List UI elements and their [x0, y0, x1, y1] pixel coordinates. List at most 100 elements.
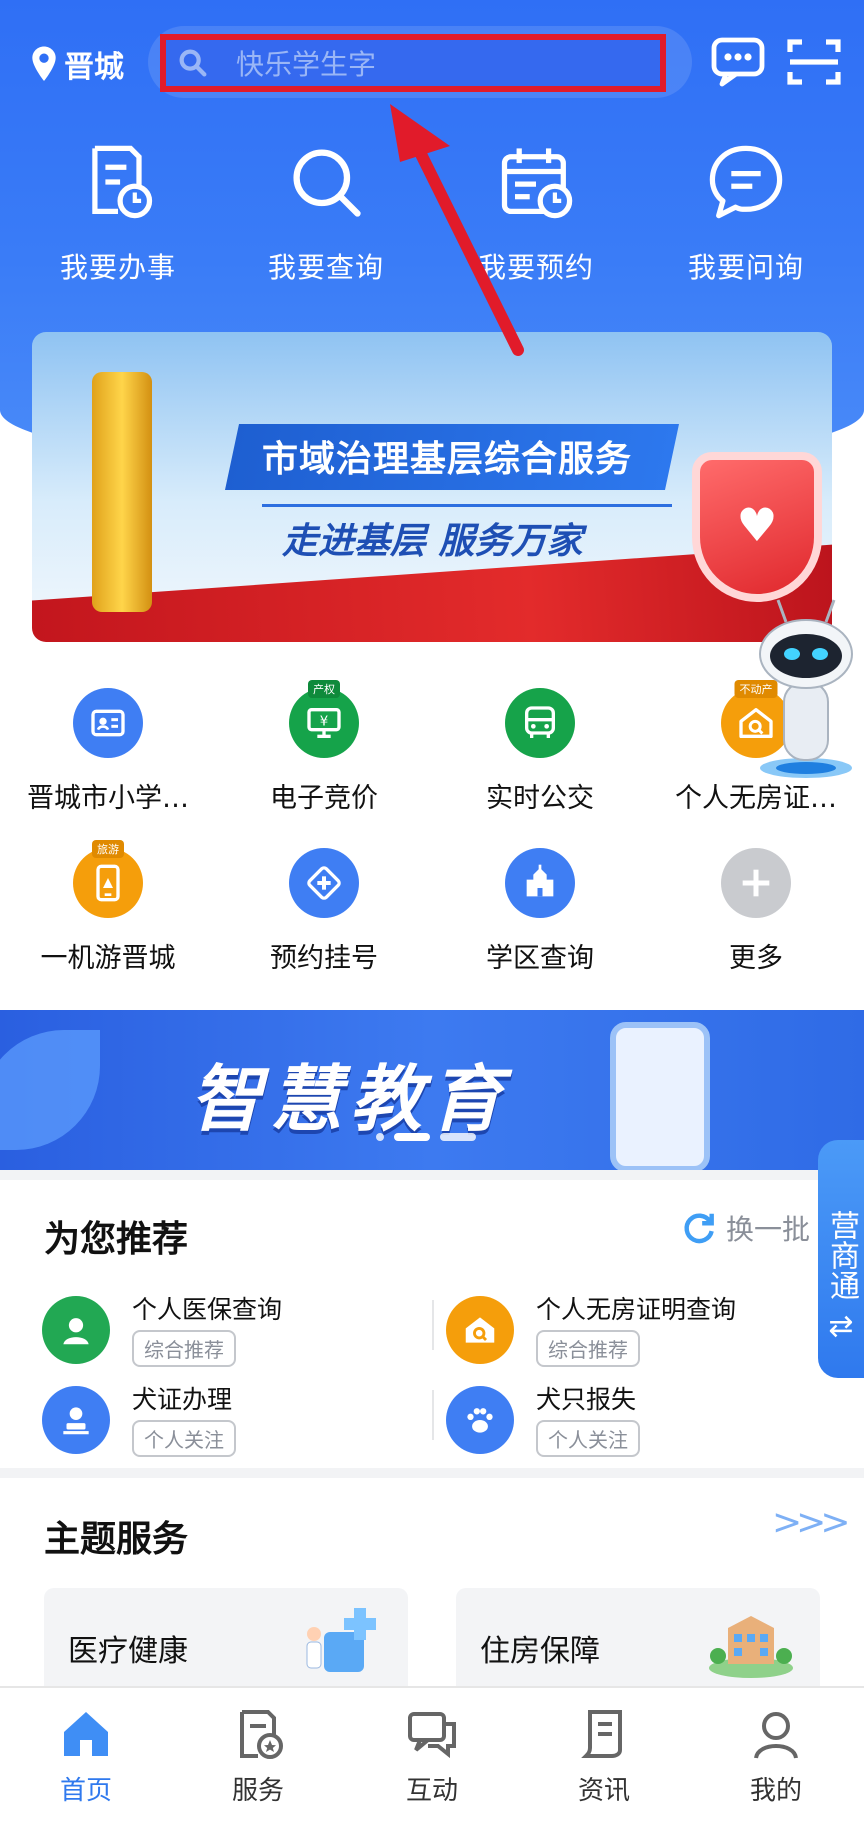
service-label: 更多	[729, 943, 783, 974]
bottom-navigation: 首页 服务 互动 资讯 我的	[0, 1686, 864, 1821]
building-illustration-icon	[709, 1616, 793, 1678]
medical-illustration-icon	[306, 1608, 376, 1672]
quick-action-appointment[interactable]: 我要预约	[456, 140, 616, 286]
rec-icon-bg	[446, 1386, 514, 1454]
recommend-title: 为您推荐	[44, 1219, 189, 1260]
medical-cross-icon	[307, 866, 341, 900]
promo-banner[interactable]: 市域治理基层综合服务 走进基层 服务万家 ♥	[32, 332, 832, 642]
service-school-district[interactable]: 学区查询	[432, 848, 648, 975]
recommend-item[interactable]: 犬证办理 个人关注	[42, 1380, 422, 1460]
rec-name: 犬证办理	[132, 1385, 233, 1414]
quick-action-label: 我要预约	[477, 251, 594, 284]
nav-profile[interactable]: 我的	[716, 1706, 836, 1807]
rec-divider	[432, 1390, 434, 1440]
profile-icon	[754, 1712, 798, 1759]
service-icon	[240, 1710, 283, 1759]
service-label: 电子竞价	[270, 783, 378, 814]
nav-label: 服务	[231, 1776, 284, 1806]
education-banner-text: 智慧教育	[190, 1057, 511, 1141]
quick-action-inquiry[interactable]: 我要问询	[666, 140, 826, 286]
robot-assistant-icon[interactable]	[756, 592, 856, 782]
service-appointment-register[interactable]: 预约挂号	[216, 848, 432, 975]
service-icon-bg	[505, 688, 575, 758]
search-input[interactable]: 快乐学生字	[160, 34, 666, 92]
nav-service[interactable]: 服务	[198, 1706, 318, 1807]
message-icon[interactable]	[710, 36, 766, 88]
service-label: 预约挂号	[270, 943, 378, 974]
carousel-dot-active	[394, 1133, 430, 1141]
rec-name: 个人医保查询	[132, 1295, 283, 1324]
nav-news[interactable]: 资讯	[544, 1706, 664, 1807]
rec-icon-bg	[42, 1386, 110, 1454]
news-icon	[581, 1710, 622, 1758]
service-primary-school[interactable]: 晋城市小学…	[0, 688, 216, 815]
recommend-item[interactable]: 个人无房证明查询 综合推荐	[446, 1290, 826, 1370]
themes-more-button[interactable]: >>>	[772, 1502, 850, 1543]
rec-chip: 个人关注	[536, 1420, 640, 1457]
nav-interact[interactable]: 互动	[372, 1706, 492, 1807]
service-label: 一机游晋城	[40, 943, 176, 974]
carousel-dot	[376, 1133, 384, 1141]
service-label: 晋城市小学…	[27, 783, 189, 814]
service-icon-bg	[721, 848, 791, 918]
interact-icon	[408, 1712, 456, 1759]
banner-divider	[262, 504, 672, 507]
theme-card-housing[interactable]: 住房保障	[456, 1588, 820, 1698]
banner-slogan: 走进基层 服务万家	[282, 521, 583, 562]
quick-action-query[interactable]: 我要查询	[246, 140, 406, 286]
rec-chip: 个人关注	[132, 1420, 236, 1457]
location-pin-icon	[32, 46, 56, 81]
rec-icon-bg	[446, 1296, 514, 1364]
quick-action-handle-affairs[interactable]: 我要办事	[38, 140, 198, 286]
house-search-icon	[465, 1317, 495, 1343]
service-tag: 产权	[308, 680, 340, 698]
stamp-person-icon	[63, 1407, 89, 1435]
phone-illustration	[610, 1022, 710, 1170]
paw-icon	[467, 1408, 493, 1433]
education-banner[interactable]: 智慧教育	[0, 1010, 864, 1170]
business-side-tab[interactable]: 营商通 ⇄	[818, 1140, 864, 1378]
search-icon	[293, 149, 361, 217]
location-label: 晋城	[64, 50, 124, 85]
search-icon	[179, 49, 207, 77]
recommend-item[interactable]: 个人医保查询 综合推荐	[42, 1290, 422, 1370]
scan-icon[interactable]	[786, 36, 842, 88]
theme-label: 住房保障	[480, 1634, 600, 1669]
service-travel-jincheng[interactable]: 旅游 一机游晋城	[0, 840, 216, 975]
rec-name: 个人无房证明查询	[536, 1295, 737, 1324]
quick-action-label: 我要查询	[267, 251, 384, 284]
service-e-bidding[interactable]: 产权 ¥ 电子竞价	[216, 680, 432, 815]
swap-icon: ⇄	[828, 1309, 854, 1344]
side-tab-text: 营商通	[824, 1210, 859, 1300]
plus-icon	[742, 869, 770, 897]
nav-home[interactable]: 首页	[26, 1706, 146, 1807]
top-bar: 晋城 快乐学生字	[0, 26, 864, 98]
banner-decoration	[0, 1030, 100, 1150]
quick-action-label: 我要问询	[687, 251, 804, 284]
phone-travel-icon	[96, 864, 120, 902]
rec-chip: 综合推荐	[536, 1330, 640, 1367]
location-selector[interactable]: 晋城	[30, 42, 124, 86]
svg-text:¥: ¥	[320, 715, 328, 730]
recommend-item[interactable]: 犬只报失 个人关注	[446, 1380, 826, 1460]
service-icon-bg: 旅游	[73, 840, 143, 918]
service-tag: 旅游	[92, 840, 124, 858]
id-card-icon	[91, 709, 125, 737]
banner-pillar	[92, 372, 152, 612]
chat-bubble-icon	[709, 145, 783, 219]
theme-card-health[interactable]: 医疗健康	[44, 1588, 408, 1698]
service-label: 学区查询	[486, 943, 594, 974]
refresh-button[interactable]: 换一批	[680, 1208, 810, 1248]
medical-insurance-icon	[63, 1318, 89, 1345]
rec-name: 犬只报失	[536, 1385, 637, 1414]
bus-icon	[525, 706, 555, 738]
themes-title: 主题服务	[44, 1519, 189, 1560]
nav-label: 我的	[749, 1776, 802, 1806]
service-more[interactable]: 更多	[648, 848, 864, 975]
service-realtime-bus[interactable]: 实时公交	[432, 688, 648, 815]
nav-label: 首页	[59, 1776, 112, 1806]
rec-icon-bg	[42, 1296, 110, 1364]
carousel-dot	[440, 1133, 476, 1141]
home-icon	[64, 1712, 108, 1756]
monitor-yuan-icon: ¥	[307, 708, 341, 738]
